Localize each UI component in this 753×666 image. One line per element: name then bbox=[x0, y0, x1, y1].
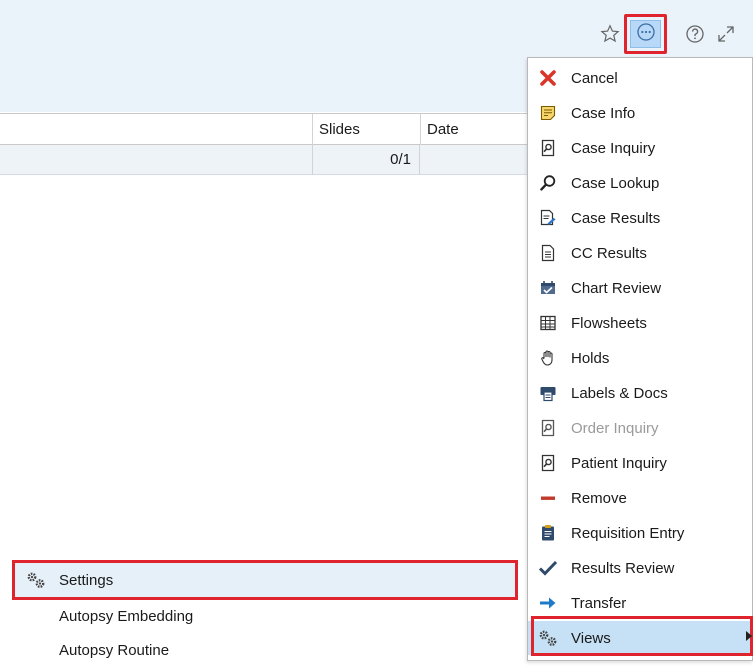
menu-item-order-inquiry[interactable]: Order Inquiry bbox=[528, 411, 752, 445]
submenu-item-autopsy-routine[interactable]: Autopsy Routine bbox=[59, 636, 169, 666]
star-icon[interactable] bbox=[598, 22, 622, 46]
menu-item-requisition-entry[interactable]: Requisition Entry bbox=[528, 516, 752, 550]
menu-item-label: Holds bbox=[571, 349, 610, 367]
menu-item-label: Case Info bbox=[571, 104, 636, 122]
magnifier-icon bbox=[537, 172, 559, 194]
menu-item-flowsheets[interactable]: Flowsheets bbox=[528, 306, 752, 340]
menu-item-label: Case Lookup bbox=[571, 174, 660, 192]
column-header-date[interactable]: Date bbox=[420, 114, 530, 145]
menu-item-label: Transfer bbox=[571, 594, 627, 612]
gears-icon bbox=[537, 627, 559, 649]
menu-item-case-lookup[interactable]: Case Lookup bbox=[528, 166, 752, 200]
printer-icon bbox=[537, 382, 559, 404]
inquiry-icon bbox=[537, 417, 559, 439]
menu-item-transfer[interactable]: Transfer bbox=[528, 586, 752, 620]
more-options-button[interactable] bbox=[624, 14, 667, 54]
menu-item-case-inquiry[interactable]: Case Inquiry bbox=[528, 131, 752, 165]
menu-item-results-review[interactable]: Results Review bbox=[528, 551, 752, 585]
cancel-x-icon bbox=[537, 67, 559, 89]
grid-header: Slides Date bbox=[0, 113, 530, 145]
chart-review-icon bbox=[537, 277, 559, 299]
document-icon bbox=[537, 242, 559, 264]
grid-icon bbox=[537, 312, 559, 334]
more-icon bbox=[636, 22, 656, 46]
clipboard-icon bbox=[537, 522, 559, 544]
menu-item-label: Chart Review bbox=[571, 279, 662, 297]
inquiry-icon bbox=[537, 452, 559, 474]
menu-item-label: Views bbox=[571, 629, 611, 647]
menu-item-case-info[interactable]: Case Info bbox=[528, 96, 752, 130]
menu-item-label: Remove bbox=[571, 489, 627, 507]
case-results-icon bbox=[537, 207, 559, 229]
menu-item-cancel[interactable]: Cancel bbox=[528, 61, 752, 95]
menu-item-label: Order Inquiry bbox=[571, 419, 659, 437]
more-options-menu: Cancel Case Info Case Inquiry Case Looku… bbox=[527, 57, 753, 661]
expand-icon[interactable] bbox=[714, 22, 738, 46]
menu-item-views[interactable]: Views bbox=[528, 621, 752, 655]
menu-item-label: Case Inquiry bbox=[571, 139, 656, 157]
menu-item-chart-review[interactable]: Chart Review bbox=[528, 271, 752, 305]
menu-item-holds[interactable]: Holds bbox=[528, 341, 752, 375]
menu-item-cc-results[interactable]: CC Results bbox=[528, 236, 752, 270]
menu-item-patient-inquiry[interactable]: Patient Inquiry bbox=[528, 446, 752, 480]
inquiry-icon bbox=[537, 137, 559, 159]
menu-item-case-results[interactable]: Case Results bbox=[528, 201, 752, 235]
hand-icon bbox=[537, 347, 559, 369]
submenu-item-label: Settings bbox=[59, 571, 114, 589]
menu-item-label: Labels & Docs bbox=[571, 384, 668, 402]
menu-item-label: Flowsheets bbox=[571, 314, 647, 332]
menu-item-remove[interactable]: Remove bbox=[528, 481, 752, 515]
menu-item-label: Requisition Entry bbox=[571, 524, 685, 542]
slides-cell: 0/1 bbox=[312, 145, 420, 175]
gears-icon bbox=[25, 569, 47, 591]
submenu-item-autopsy-embedding[interactable]: Autopsy Embedding bbox=[59, 602, 193, 632]
menu-item-label: Patient Inquiry bbox=[571, 454, 667, 472]
menu-item-label: Results Review bbox=[571, 559, 675, 577]
arrow-right-icon bbox=[537, 592, 559, 614]
table-row[interactable]: 0/1 bbox=[0, 145, 530, 175]
menu-item-label: Case Results bbox=[571, 209, 661, 227]
menu-item-labels-docs[interactable]: Labels & Docs bbox=[528, 376, 752, 410]
menu-item-label: CC Results bbox=[571, 244, 647, 262]
submenu-item-settings[interactable]: Settings bbox=[12, 560, 518, 600]
menu-item-label: Cancel bbox=[571, 69, 618, 87]
check-icon bbox=[537, 557, 559, 579]
case-info-icon bbox=[537, 102, 559, 124]
column-header-slides[interactable]: Slides bbox=[312, 114, 420, 145]
views-submenu: Settings Autopsy Embedding Autopsy Routi… bbox=[12, 560, 520, 661]
help-icon[interactable] bbox=[683, 22, 707, 46]
minus-icon bbox=[537, 487, 559, 509]
